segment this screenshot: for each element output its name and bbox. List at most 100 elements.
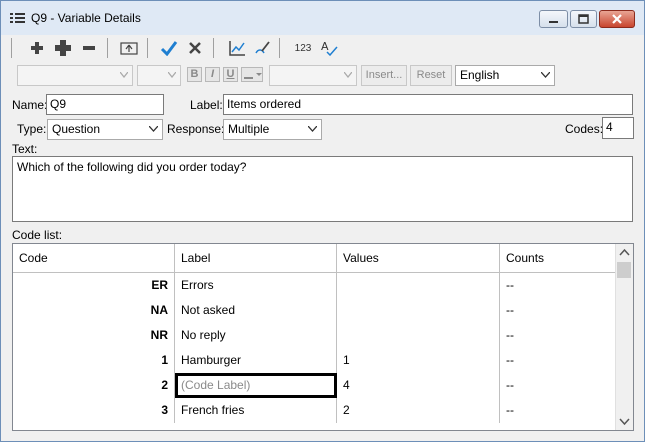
text-label: Text: — [12, 142, 38, 156]
response-value: Multiple — [228, 122, 270, 136]
spellcheck-icon: A — [321, 40, 338, 56]
main-toolbar: 123 A — [9, 35, 637, 61]
column-header-code[interactable]: Code — [13, 244, 175, 273]
table-row[interactable]: 3 French fries 2 -- — [13, 397, 628, 423]
code-cell[interactable]: 1 — [13, 347, 175, 373]
code-cell[interactable]: 3 — [13, 397, 175, 423]
scrollbar-thumb[interactable] — [617, 262, 631, 278]
spellcheck-button[interactable]: A — [319, 38, 339, 58]
label-cell[interactable]: Hamburger — [174, 347, 337, 373]
name-label: Name: — [12, 98, 48, 112]
label-label: Label: — [190, 98, 223, 112]
toolbar-separator — [107, 38, 108, 58]
chart-icon — [229, 41, 245, 56]
numbering-icon: 123 — [294, 42, 312, 54]
minus-icon — [83, 46, 95, 50]
x-icon — [189, 42, 201, 54]
variable-list-icon — [10, 13, 25, 23]
codes-label: Codes: — [565, 122, 604, 136]
chevron-down-icon — [149, 126, 158, 132]
counts-cell: -- — [499, 322, 628, 348]
type-value: Question — [52, 122, 101, 136]
chevron-down-icon — [308, 126, 317, 132]
clear-button[interactable] — [252, 38, 272, 58]
name-input[interactable]: Q9 — [46, 94, 164, 115]
checkmark-icon — [160, 41, 178, 56]
insert-button[interactable]: Insert... — [361, 65, 407, 86]
variable-details-window: Q9 - Variable Details 123 A B I U Insert… — [0, 0, 645, 442]
label-cell[interactable]: No reply — [174, 322, 337, 348]
window-title: Q9 - Variable Details — [31, 11, 141, 25]
numbering-button[interactable]: 123 — [291, 38, 315, 58]
values-cell[interactable]: 4 — [336, 372, 500, 398]
chevron-down-icon — [168, 72, 176, 78]
text-color-icon — [244, 73, 262, 79]
code-cell[interactable]: NR — [13, 322, 175, 348]
code-cell[interactable]: NA — [13, 297, 175, 323]
label-input[interactable]: Items ordered — [223, 94, 633, 115]
style-select[interactable] — [269, 65, 357, 86]
font-size-select[interactable] — [137, 65, 181, 86]
code-list-label: Code list: — [12, 228, 63, 242]
column-header-values[interactable]: Values — [336, 244, 500, 273]
toolbar-separator — [147, 38, 148, 58]
label-cell-active[interactable]: (Code Label) — [174, 372, 337, 398]
values-cell[interactable] — [336, 297, 500, 323]
table-row[interactable]: 2 (Code Label) 4 -- — [13, 372, 628, 398]
scroll-down-icon[interactable] — [616, 413, 633, 430]
table-row[interactable]: NA Not asked -- — [13, 297, 628, 323]
code-list-grid[interactable]: Code Label Values Counts ER Errors -- NA… — [12, 243, 634, 431]
vertical-scrollbar[interactable] — [615, 244, 633, 430]
label-cell[interactable]: French fries — [174, 397, 337, 423]
chart-button[interactable] — [227, 38, 247, 58]
maximize-button[interactable] — [570, 10, 597, 28]
plus-icon — [31, 42, 43, 54]
cancel-button[interactable] — [185, 38, 205, 58]
text-color-button[interactable] — [241, 67, 263, 82]
table-row[interactable]: ER Errors -- — [13, 272, 628, 298]
font-family-select[interactable] — [17, 65, 133, 86]
eraser-icon — [255, 41, 270, 54]
label-cell[interactable]: Errors — [174, 272, 337, 298]
format-toolbar: B I U Insert... Reset English — [9, 63, 637, 89]
response-select[interactable]: Multiple — [223, 119, 322, 140]
remove-code-button[interactable] — [79, 38, 99, 58]
move-up-button[interactable] — [119, 38, 139, 58]
scroll-up-icon[interactable] — [616, 244, 633, 261]
table-row[interactable]: 1 Hamburger 1 -- — [13, 347, 628, 373]
code-cell[interactable]: ER — [13, 272, 175, 298]
language-select[interactable]: English — [455, 65, 555, 86]
chevron-down-icon — [120, 72, 128, 78]
insert-code-button[interactable] — [53, 38, 73, 58]
question-text-area[interactable]: Which of the following did you order tod… — [12, 156, 633, 222]
values-cell[interactable]: 1 — [336, 347, 500, 373]
counts-cell: -- — [499, 372, 628, 398]
move-up-icon — [120, 42, 138, 55]
svg-text:A: A — [321, 40, 329, 53]
accept-button[interactable] — [159, 38, 179, 58]
counts-cell: -- — [499, 297, 628, 323]
values-cell[interactable]: 2 — [336, 397, 500, 423]
add-code-button[interactable] — [27, 38, 47, 58]
minimize-button[interactable] — [539, 10, 568, 28]
column-header-counts[interactable]: Counts — [499, 244, 628, 273]
values-cell[interactable] — [336, 322, 500, 348]
column-header-label[interactable]: Label — [174, 244, 337, 273]
type-select[interactable]: Question — [47, 119, 163, 140]
response-label: Response: — [167, 122, 225, 136]
reset-button[interactable]: Reset — [410, 65, 452, 86]
counts-cell: -- — [499, 397, 628, 423]
label-cell[interactable]: Not asked — [174, 297, 337, 323]
close-button[interactable] — [599, 10, 635, 28]
title-bar[interactable]: Q9 - Variable Details — [1, 1, 644, 35]
toolbar-separator — [279, 38, 280, 58]
underline-button[interactable]: U — [223, 67, 238, 82]
values-cell[interactable] — [336, 272, 500, 298]
table-header-row: Code Label Values Counts — [13, 244, 628, 273]
bold-button[interactable]: B — [187, 67, 202, 82]
code-cell[interactable]: 2 — [13, 372, 175, 398]
table-row[interactable]: NR No reply -- — [13, 322, 628, 348]
codes-input[interactable]: 4 — [602, 117, 634, 139]
italic-button[interactable]: I — [205, 67, 220, 82]
toolbar-separator — [213, 38, 214, 58]
